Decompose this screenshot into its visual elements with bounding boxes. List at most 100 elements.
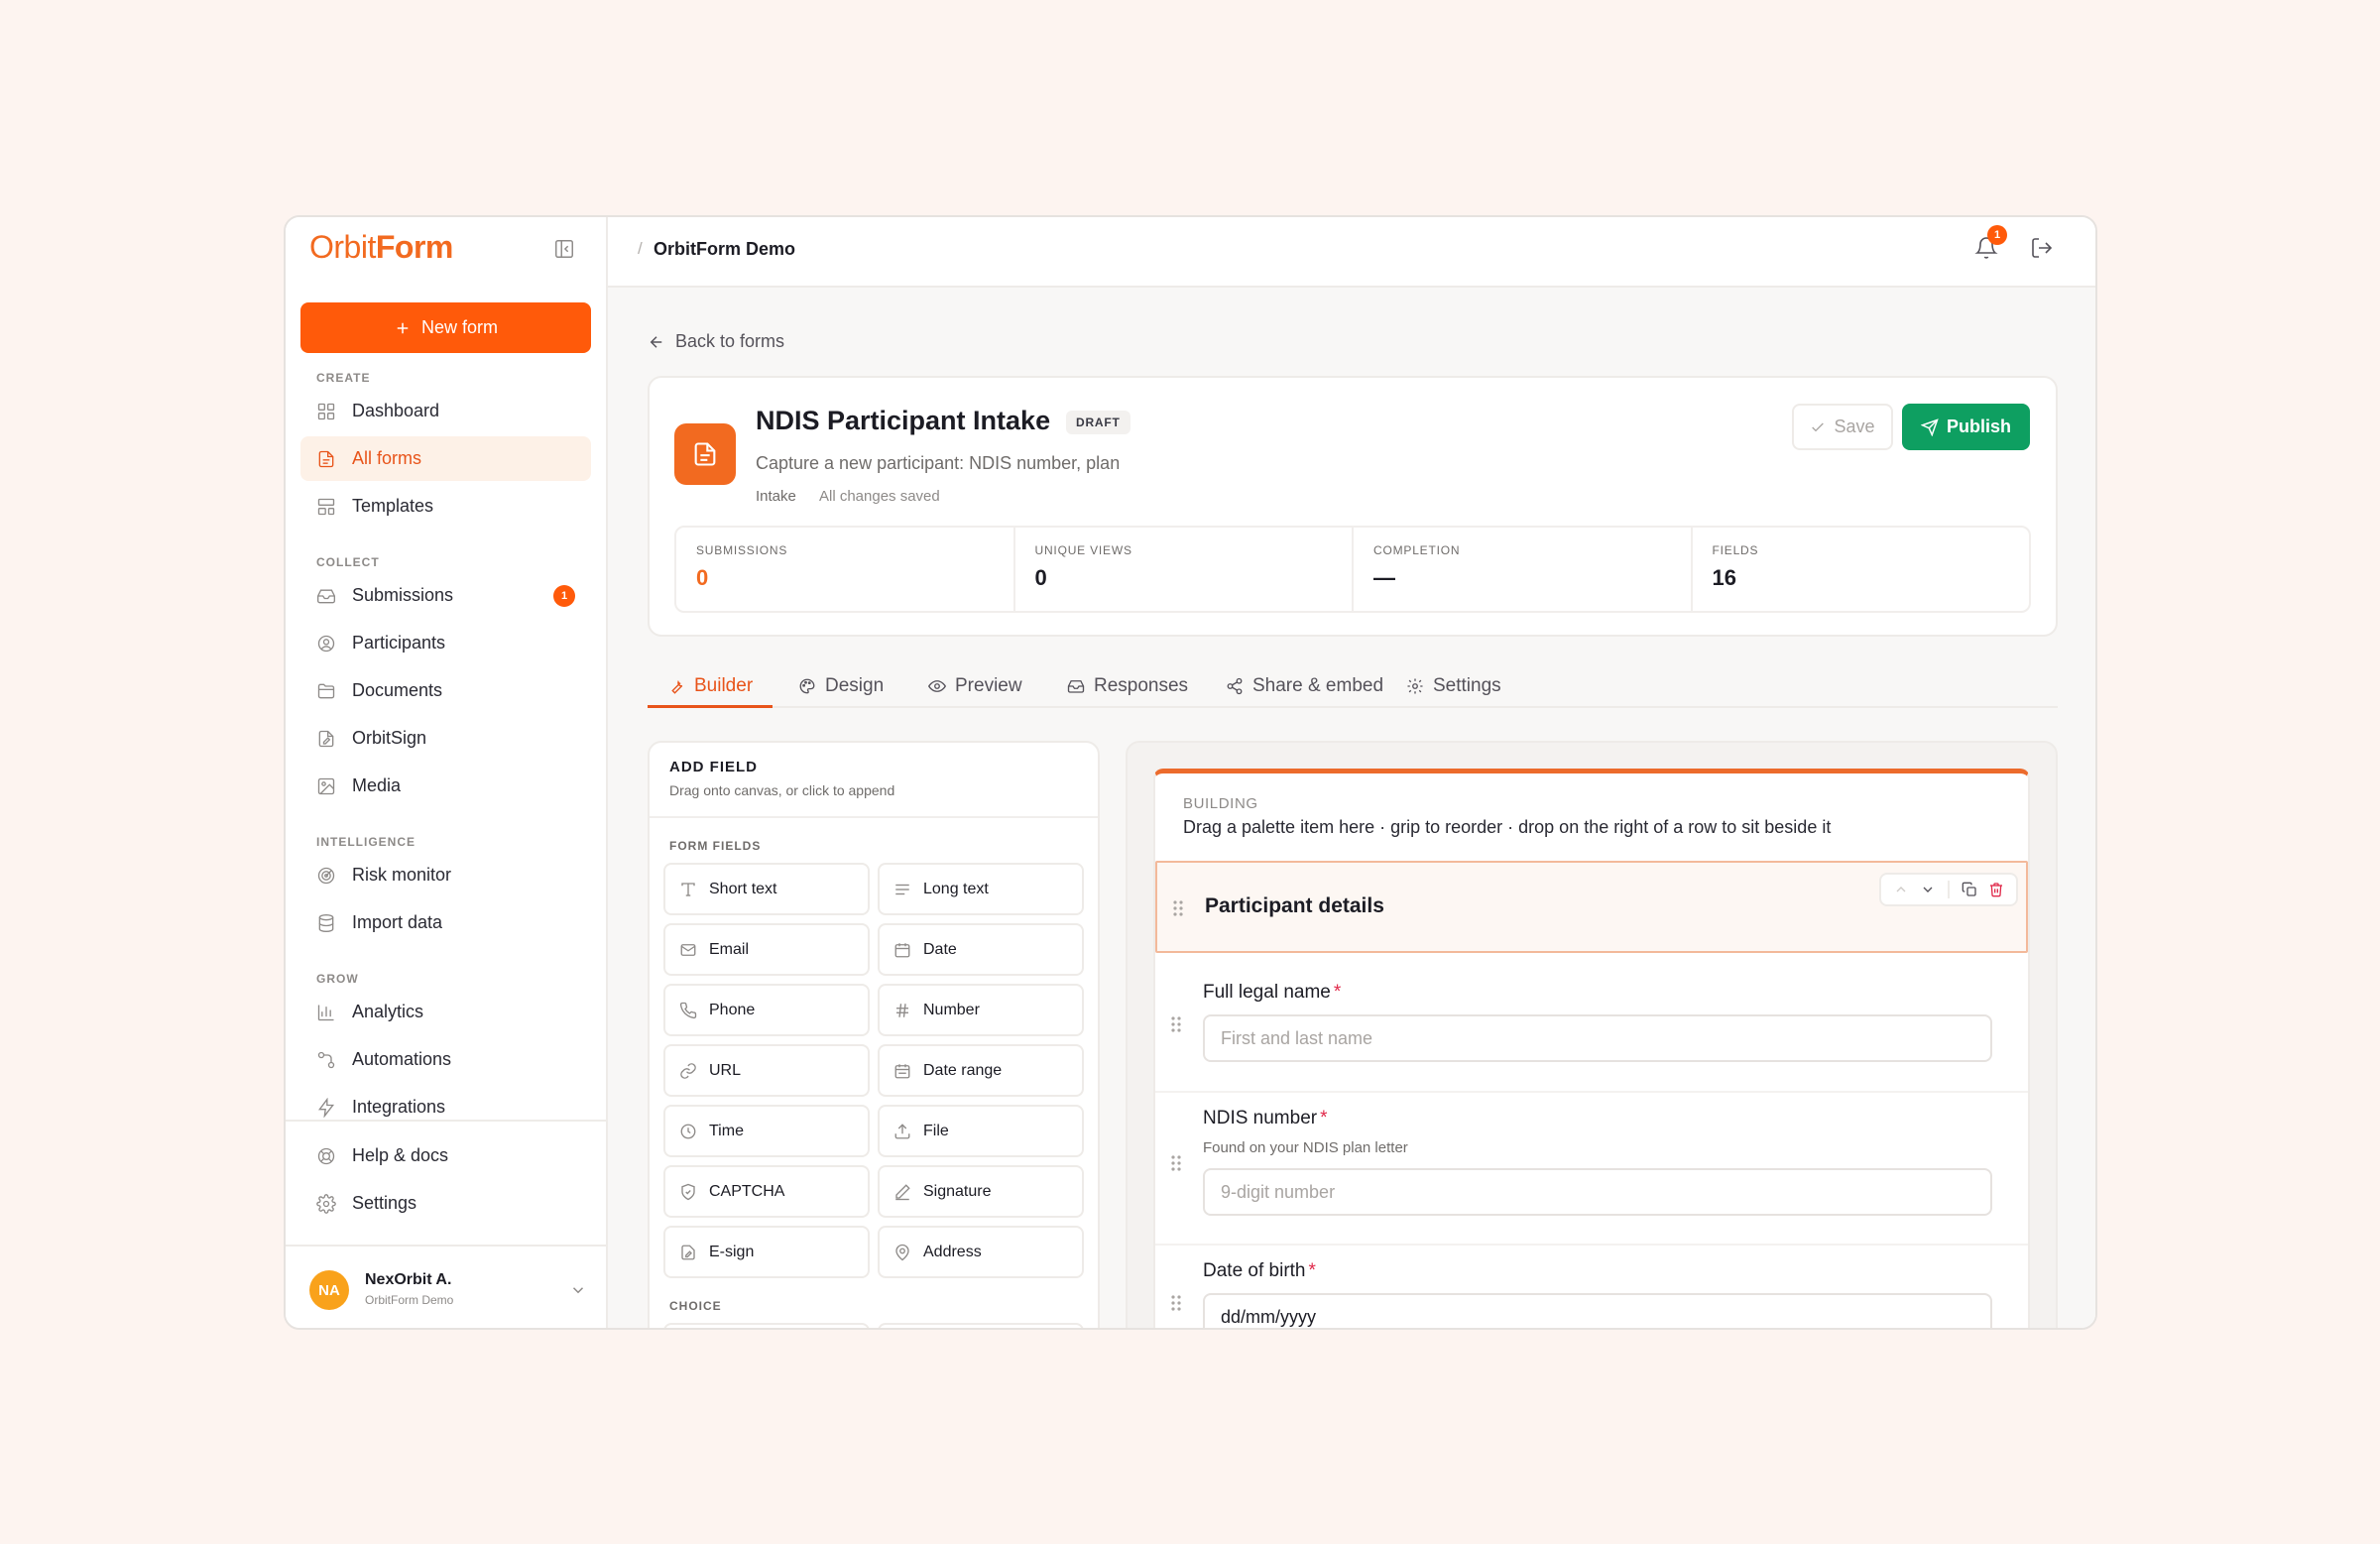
field-date-range[interactable]: Date range <box>878 1044 1084 1097</box>
save-button[interactable]: Save <box>1792 404 1893 450</box>
stats-bar: SUBMISSIONS 0 UNIQUE VIEWS 0 COMPLETION … <box>674 526 2031 613</box>
form-canvas-page: BUILDING Drag a palette item here · grip… <box>1153 769 2030 1328</box>
field-label: Number <box>923 1001 980 1018</box>
logout-icon[interactable] <box>2030 236 2054 260</box>
check-icon <box>1812 422 1825 431</box>
drag-handle-icon[interactable] <box>1169 1293 1183 1313</box>
chevron-up-icon[interactable] <box>1893 882 1909 897</box>
brand-logo[interactable]: OrbitForm <box>309 229 453 266</box>
sidebar-item-automations[interactable]: Automations <box>300 1037 591 1082</box>
field-choice-placeholder[interactable] <box>663 1323 870 1328</box>
sidebar-item-templates[interactable]: Templates <box>300 484 591 529</box>
new-form-button[interactable]: New form <box>300 302 591 353</box>
field-phone[interactable]: Phone <box>663 984 870 1036</box>
tab-label: Design <box>825 675 885 696</box>
chevron-down-icon[interactable] <box>1920 882 1936 897</box>
required-marker: * <box>1320 1108 1328 1128</box>
drag-handle-icon[interactable] <box>1169 1153 1183 1173</box>
section-title[interactable]: Participant details <box>1205 894 1384 918</box>
sidebar-item-media[interactable]: Media <box>300 764 591 808</box>
sidebar-item-orbitsign[interactable]: OrbitSign <box>300 716 591 761</box>
field-label: Time <box>709 1122 744 1139</box>
sidebar-item-dashboard[interactable]: Dashboard <box>300 389 591 433</box>
sidebar-item-label: Dashboard <box>352 401 440 420</box>
field-captcha[interactable]: CAPTCHA <box>663 1165 870 1218</box>
drag-handle-icon[interactable] <box>1169 1014 1183 1034</box>
document-icon <box>318 450 334 467</box>
field-label: CAPTCHA <box>709 1182 785 1200</box>
field-signature[interactable]: Signature <box>878 1165 1084 1218</box>
breadcrumb[interactable]: OrbitForm Demo <box>654 239 795 260</box>
field-address[interactable]: Address <box>878 1226 1084 1278</box>
sidebar-item-submissions[interactable]: Submissions 1 <box>300 573 591 618</box>
tab-settings[interactable]: Settings <box>1406 664 1501 708</box>
tab-share-embed[interactable]: Share & embed <box>1226 664 1383 708</box>
field-label: Date <box>923 940 957 958</box>
sidebar-divider <box>286 1245 608 1247</box>
field-choice-placeholder[interactable] <box>878 1323 1084 1328</box>
notification-badge: 1 <box>1987 225 2007 245</box>
sidebar-item-all-forms[interactable]: All forms <box>300 436 591 481</box>
tab-responses[interactable]: Responses <box>1067 664 1188 708</box>
sidebar-item-label: Import data <box>352 912 443 932</box>
section-block[interactable]: Participant details <box>1155 861 2028 953</box>
palette-section-choice: CHOICE <box>669 1299 722 1313</box>
ndis-number-input[interactable]: 9-digit number <box>1203 1168 1992 1216</box>
user-menu[interactable]: NA NexOrbit A. OrbitForm Demo <box>309 1267 587 1313</box>
field-label: Signature <box>923 1182 992 1200</box>
field-label: Phone <box>709 1001 756 1018</box>
canvas-hint: Drag a palette item here · grip to reord… <box>1183 817 1832 837</box>
field-label: E-sign <box>709 1243 755 1260</box>
sidebar-item-risk-monitor[interactable]: Risk monitor <box>300 853 591 897</box>
field-url[interactable]: URL <box>663 1044 870 1097</box>
sidebar-item-help[interactable]: Help & docs <box>300 1133 591 1178</box>
publish-button[interactable]: Publish <box>1902 404 2030 450</box>
trash-icon[interactable] <box>1988 882 2004 897</box>
sidebar-item-import-data[interactable]: Import data <box>300 900 591 945</box>
field-time[interactable]: Time <box>663 1105 870 1157</box>
align-left-icon <box>895 884 909 894</box>
field-label: Short text <box>709 880 777 897</box>
toolbar-divider <box>1947 881 1950 898</box>
stat-value: 0 <box>696 565 709 590</box>
chevron-down-icon[interactable] <box>569 1281 587 1299</box>
sidebar-item-integrations[interactable]: Integrations <box>300 1085 591 1129</box>
field-file[interactable]: File <box>878 1105 1084 1157</box>
form-title: NDIS Participant Intake <box>756 406 1051 435</box>
eye-icon <box>928 680 946 692</box>
calendar-range-icon <box>894 1063 910 1078</box>
link-icon <box>680 1062 696 1079</box>
question-label: NDIS number * <box>1203 1108 1328 1129</box>
sidebar-item-documents[interactable]: Documents <box>300 668 591 713</box>
question-help-text: Found on your NDIS plan letter <box>1203 1139 1408 1156</box>
field-number[interactable]: Number <box>878 984 1084 1036</box>
back-to-forms-link[interactable]: Back to forms <box>648 331 784 352</box>
field-date[interactable]: Date <box>878 923 1084 976</box>
avatar: NA <box>309 1270 349 1310</box>
field-long-text[interactable]: Long text <box>878 863 1084 915</box>
sidebar-item-analytics[interactable]: Analytics <box>300 990 591 1034</box>
file-signature-icon <box>318 730 334 747</box>
stat-value: — <box>1373 565 1395 590</box>
mail-icon <box>680 943 696 956</box>
date-of-birth-input[interactable]: dd/mm/yyyy <box>1203 1293 1992 1328</box>
field-label: Email <box>709 940 750 958</box>
field-e-sign[interactable]: E-sign <box>663 1226 870 1278</box>
duplicate-icon[interactable] <box>1962 882 1977 897</box>
image-icon <box>317 777 335 794</box>
palette-title: ADD FIELD <box>669 759 758 775</box>
full-legal-name-input[interactable]: First and last name <box>1203 1014 1992 1062</box>
tab-preview[interactable]: Preview <box>928 664 1022 708</box>
sidebar-collapse-icon[interactable] <box>553 238 575 260</box>
tab-design[interactable]: Design <box>798 664 884 708</box>
tab-builder[interactable]: Builder <box>667 664 753 708</box>
field-short-text[interactable]: Short text <box>663 863 870 915</box>
section-label-collect: COLLECT <box>316 555 380 569</box>
sidebar-item-settings[interactable]: Settings <box>300 1181 591 1226</box>
stat-label: FIELDS <box>1712 543 1759 557</box>
sidebar-item-participants[interactable]: Participants <box>300 621 591 665</box>
drag-handle-icon[interactable] <box>1171 898 1185 918</box>
question-label-text: Date of birth <box>1203 1260 1306 1281</box>
field-email[interactable]: Email <box>663 923 870 976</box>
wrench-icon <box>671 679 683 694</box>
